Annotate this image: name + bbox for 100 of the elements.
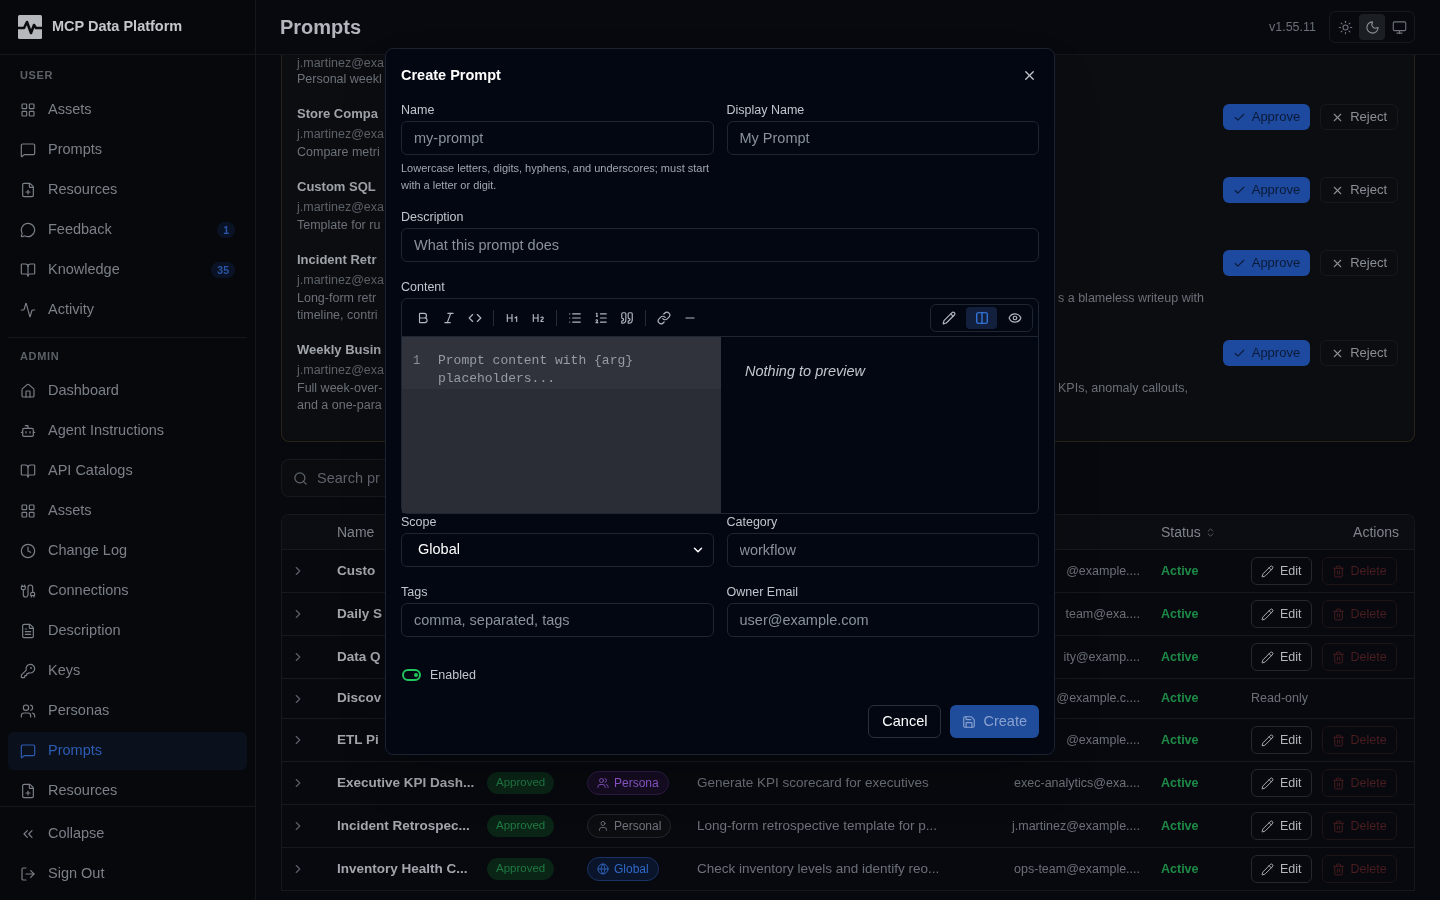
description-text: Compare metri bbox=[297, 144, 380, 161]
section-label: USER bbox=[19, 68, 54, 83]
status-text: Active bbox=[1161, 562, 1199, 580]
approval-badge: Approved bbox=[487, 858, 555, 880]
sidebar-item[interactable]: Collapse bbox=[8, 815, 247, 853]
trash-icon bbox=[1331, 819, 1345, 833]
pencil-icon bbox=[1261, 607, 1274, 621]
edit-button[interactable]: Edit bbox=[1251, 643, 1312, 671]
cancel-button[interactable]: Cancel bbox=[868, 705, 942, 738]
trash-icon bbox=[1331, 733, 1345, 747]
split-columns-icon bbox=[974, 310, 989, 325]
edit-button[interactable]: Edit bbox=[1251, 600, 1312, 628]
reject-button[interactable]: Reject bbox=[1320, 250, 1398, 276]
status-text: Active bbox=[1161, 648, 1199, 666]
bullet-list-icon[interactable] bbox=[568, 310, 582, 325]
description-text: Check inventory levels and identify reo... bbox=[697, 859, 940, 878]
name-input[interactable]: my-prompt bbox=[401, 121, 714, 155]
sidebar-item[interactable]: Resources bbox=[8, 171, 247, 209]
search-field[interactable]: Search pr bbox=[281, 459, 385, 497]
reject-button[interactable]: Reject bbox=[1320, 177, 1398, 203]
edit-button[interactable]: Edit bbox=[1251, 557, 1312, 585]
editor-placeholder: Prompt content with {arg} placeholders... bbox=[438, 352, 635, 388]
quote-icon[interactable] bbox=[620, 310, 634, 325]
key-icon bbox=[20, 663, 36, 679]
sidebar-item[interactable]: Agent Instructions bbox=[8, 412, 247, 450]
helper-text: Lowercase letters, digits, hyphens, and underscores; must start with a letter or digit. bbox=[401, 161, 711, 193]
open-book-icon bbox=[20, 463, 36, 479]
owner-email: ops-team@example.... bbox=[1014, 860, 1140, 878]
open-book-icon bbox=[20, 262, 36, 278]
description-text: Generate KPI scorecard for executives bbox=[697, 773, 929, 792]
description-text: and a one-para bbox=[297, 397, 382, 414]
owner-email: @example.c.... bbox=[1056, 690, 1140, 708]
sidebar-item[interactable]: Description bbox=[8, 612, 247, 650]
pencil-icon bbox=[1261, 819, 1274, 833]
file-plus-icon bbox=[20, 783, 36, 799]
preview-empty-text: Nothing to preview bbox=[745, 362, 866, 381]
description-text: Full week-over- bbox=[297, 380, 383, 397]
trash-icon bbox=[1331, 650, 1345, 664]
theme-option-button[interactable] bbox=[1359, 14, 1385, 40]
sidebar-item[interactable]: Assets bbox=[8, 91, 247, 129]
scope-select[interactable]: Global bbox=[401, 533, 714, 567]
bold-icon[interactable] bbox=[416, 310, 430, 325]
sidebar-item[interactable]: API Catalogs bbox=[8, 452, 247, 490]
display-name-input[interactable]: My Prompt bbox=[726, 121, 1039, 155]
owner-email: j.martinez@exa bbox=[297, 362, 385, 379]
code-editor[interactable]: 1 Prompt content with {arg} placeholders... bbox=[402, 337, 721, 513]
column-header: Actions bbox=[1353, 522, 1399, 542]
owner-email: j.martinez@exa bbox=[297, 126, 385, 143]
sidebar-item[interactable]: Activity bbox=[8, 291, 247, 329]
reject-button[interactable]: Reject bbox=[1320, 104, 1398, 130]
sidebar-item[interactable]: Change Log bbox=[8, 532, 247, 570]
column-header: Status bbox=[1161, 522, 1201, 542]
file-plus-icon bbox=[20, 182, 36, 198]
owner-email-input[interactable]: user@example.com bbox=[726, 603, 1039, 637]
sidebar-item[interactable]: Dashboard bbox=[8, 372, 247, 410]
sidebar-item[interactable]: Knowledge 35 bbox=[8, 251, 247, 289]
owner-email: j.martinez@exa bbox=[297, 272, 385, 289]
edit-button[interactable]: Edit bbox=[1251, 769, 1312, 797]
status-text: Active bbox=[1161, 690, 1199, 708]
view-mode-button[interactable] bbox=[966, 306, 997, 329]
description-text: s a blameless writeup with bbox=[1058, 290, 1204, 307]
edit-button[interactable]: Edit bbox=[1251, 812, 1312, 840]
sidebar-item[interactable]: Connections bbox=[8, 572, 247, 610]
grid-icon bbox=[20, 102, 36, 118]
chat-bubble-icon bbox=[20, 222, 36, 238]
sidebar-item[interactable]: Prompts bbox=[8, 131, 247, 169]
trash-icon bbox=[1331, 862, 1345, 876]
description-input[interactable]: What this prompt does bbox=[401, 228, 1039, 262]
prompt-name: ETL Pi bbox=[337, 730, 379, 749]
sidebar-item[interactable]: Keys bbox=[8, 652, 247, 690]
reject-button[interactable]: Reject bbox=[1320, 340, 1398, 366]
count-badge: 35 bbox=[211, 262, 235, 278]
description-text: Long-form retrospective template for p... bbox=[697, 816, 938, 835]
section-label: ADMIN bbox=[19, 349, 60, 364]
tags-input[interactable]: comma, separated, tags bbox=[401, 603, 714, 637]
field-label: Scope bbox=[401, 515, 437, 529]
prompt-name: Daily S bbox=[337, 604, 383, 623]
sidebar-item[interactable]: Personas bbox=[8, 692, 247, 730]
prompt-title: Store Compa bbox=[297, 105, 378, 123]
sidebar-item[interactable]: Sign Out bbox=[8, 855, 247, 893]
edit-button[interactable]: Edit bbox=[1251, 855, 1312, 883]
pencil-icon bbox=[1261, 650, 1274, 664]
pencil-icon bbox=[1261, 776, 1274, 790]
italic-icon[interactable] bbox=[442, 310, 456, 325]
category-input[interactable]: workflow bbox=[726, 533, 1039, 567]
link-icon[interactable] bbox=[657, 310, 671, 325]
field-label: Description bbox=[401, 210, 464, 224]
line-number: 1 bbox=[413, 353, 421, 370]
numbered-list-icon[interactable] bbox=[594, 310, 608, 325]
toggle-switch[interactable] bbox=[402, 669, 421, 681]
house-icon bbox=[20, 383, 36, 399]
owner-email: @example.... bbox=[1066, 731, 1140, 749]
edit-button[interactable]: Edit bbox=[1251, 726, 1312, 754]
sidebar-item[interactable]: Resources bbox=[8, 772, 247, 806]
brand-name: MCP Data Platform bbox=[52, 17, 183, 37]
pencil-icon bbox=[1261, 733, 1274, 747]
trash-icon bbox=[1331, 564, 1345, 578]
sidebar-item[interactable]: Feedback 1 bbox=[8, 211, 247, 249]
sidebar-item[interactable]: Prompts bbox=[8, 732, 247, 770]
sidebar-item[interactable]: Assets bbox=[8, 492, 247, 530]
